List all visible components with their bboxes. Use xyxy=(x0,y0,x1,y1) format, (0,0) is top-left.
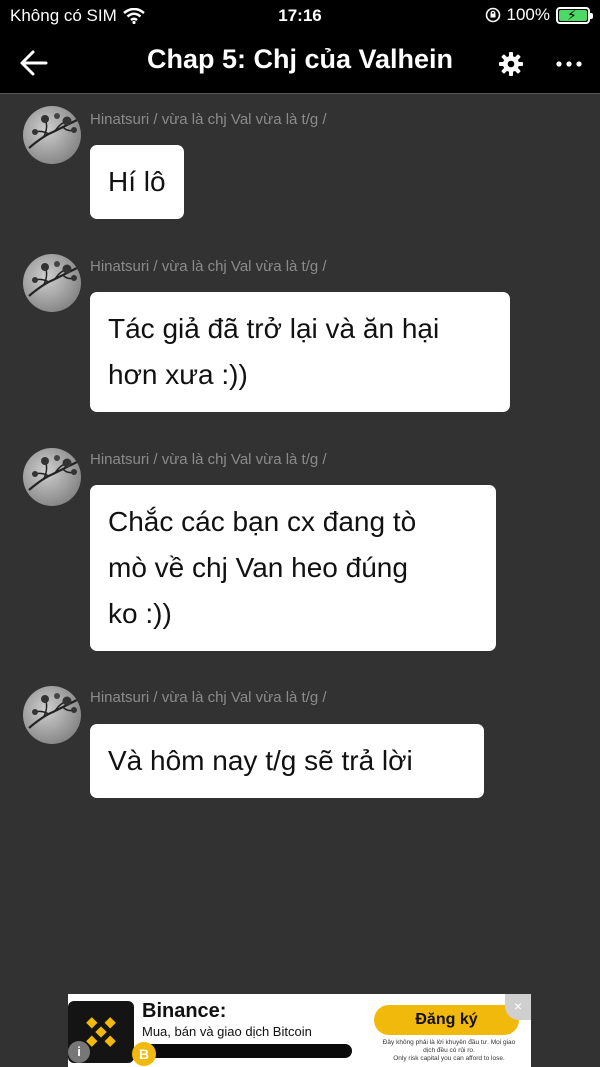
message-bubble: Và hôm nay t/g sẽ trả lời xyxy=(90,724,484,798)
message-line: ko :)) xyxy=(108,598,172,629)
avatar[interactable] xyxy=(23,106,81,164)
message-author: Hinatsuri / vừa là chj Val vừa là t/g / xyxy=(90,258,327,275)
ad-disclaimer-line: dịch đều có rủi ro. xyxy=(423,1047,475,1054)
ad-signup-button[interactable]: Đăng ký xyxy=(374,1005,519,1035)
message-line: mò về chj Van heo đúng xyxy=(108,552,408,583)
message-line: Chắc các bạn cx đang tò xyxy=(108,506,417,537)
message-author: Hinatsuri / vừa là chj Val vừa là t/g / xyxy=(90,111,327,128)
avatar-tree-icon xyxy=(28,455,78,491)
status-bar: Không có SIM 17:16 100% ⚡ xyxy=(0,0,600,32)
battery-icon: ⚡ xyxy=(556,6,593,24)
message-line: Tác giả đã trở lại và ăn hại xyxy=(108,313,440,344)
avatar-tree-icon xyxy=(28,261,78,297)
message-line: Hí lô xyxy=(108,166,166,197)
ad-disclaimer-line: Only risk capital you can afford to lose… xyxy=(393,1055,505,1062)
ad-disclaimer: Đây không phải là lời khuyên đầu tư. Mọi… xyxy=(374,1039,524,1063)
message-line: Và hôm nay t/g sẽ trả lời xyxy=(108,745,413,776)
status-right: 100% ⚡ xyxy=(485,5,593,25)
ad-info-icon[interactable]: i xyxy=(68,1041,90,1063)
more-options-button[interactable] xyxy=(552,49,586,79)
ad-close-button[interactable]: × xyxy=(505,994,531,1020)
chapter-header: Chap 5: Chj của Valhein xyxy=(0,32,600,94)
avatar[interactable] xyxy=(23,254,81,312)
ad-brand: Binance: xyxy=(142,1000,227,1022)
ad-progress-track xyxy=(144,1044,352,1058)
message-author: Hinatsuri / vừa là chj Val vừa là t/g / xyxy=(90,689,327,706)
avatar[interactable] xyxy=(23,448,81,506)
message-author: Hinatsuri / vừa là chj Val vừa là t/g / xyxy=(90,451,327,468)
message-bubble: Hí lô xyxy=(90,145,184,219)
avatar[interactable] xyxy=(23,686,81,744)
ad-banner[interactable]: i Binance: Mua, bán và giao dịch Bitcoin… xyxy=(68,994,531,1067)
more-dots-icon xyxy=(556,61,582,67)
bitcoin-coin-icon: B xyxy=(132,1042,156,1066)
message-bubble: Chắc các bạn cx đang tò mò về chj Van he… xyxy=(90,485,496,651)
settings-button[interactable] xyxy=(496,49,526,79)
message-bubble: Tác giả đã trở lại và ăn hại hơn xưa :)) xyxy=(90,292,510,412)
gear-icon xyxy=(499,52,523,76)
ad-tagline: Mua, bán và giao dịch Bitcoin xyxy=(142,1024,312,1039)
battery-percent: 100% xyxy=(506,5,550,24)
avatar-tree-icon xyxy=(28,113,78,149)
page-title: Chap 5: Chj của Valhein xyxy=(146,44,454,74)
ad-disclaimer-line: Đây không phải là lời khuyên đầu tư. Mọi… xyxy=(382,1039,516,1046)
back-arrow-icon xyxy=(20,50,48,76)
avatar-tree-icon xyxy=(28,693,78,729)
message-line: hơn xưa :)) xyxy=(108,359,248,390)
orientation-lock-icon xyxy=(485,7,500,23)
back-button[interactable] xyxy=(16,46,56,80)
